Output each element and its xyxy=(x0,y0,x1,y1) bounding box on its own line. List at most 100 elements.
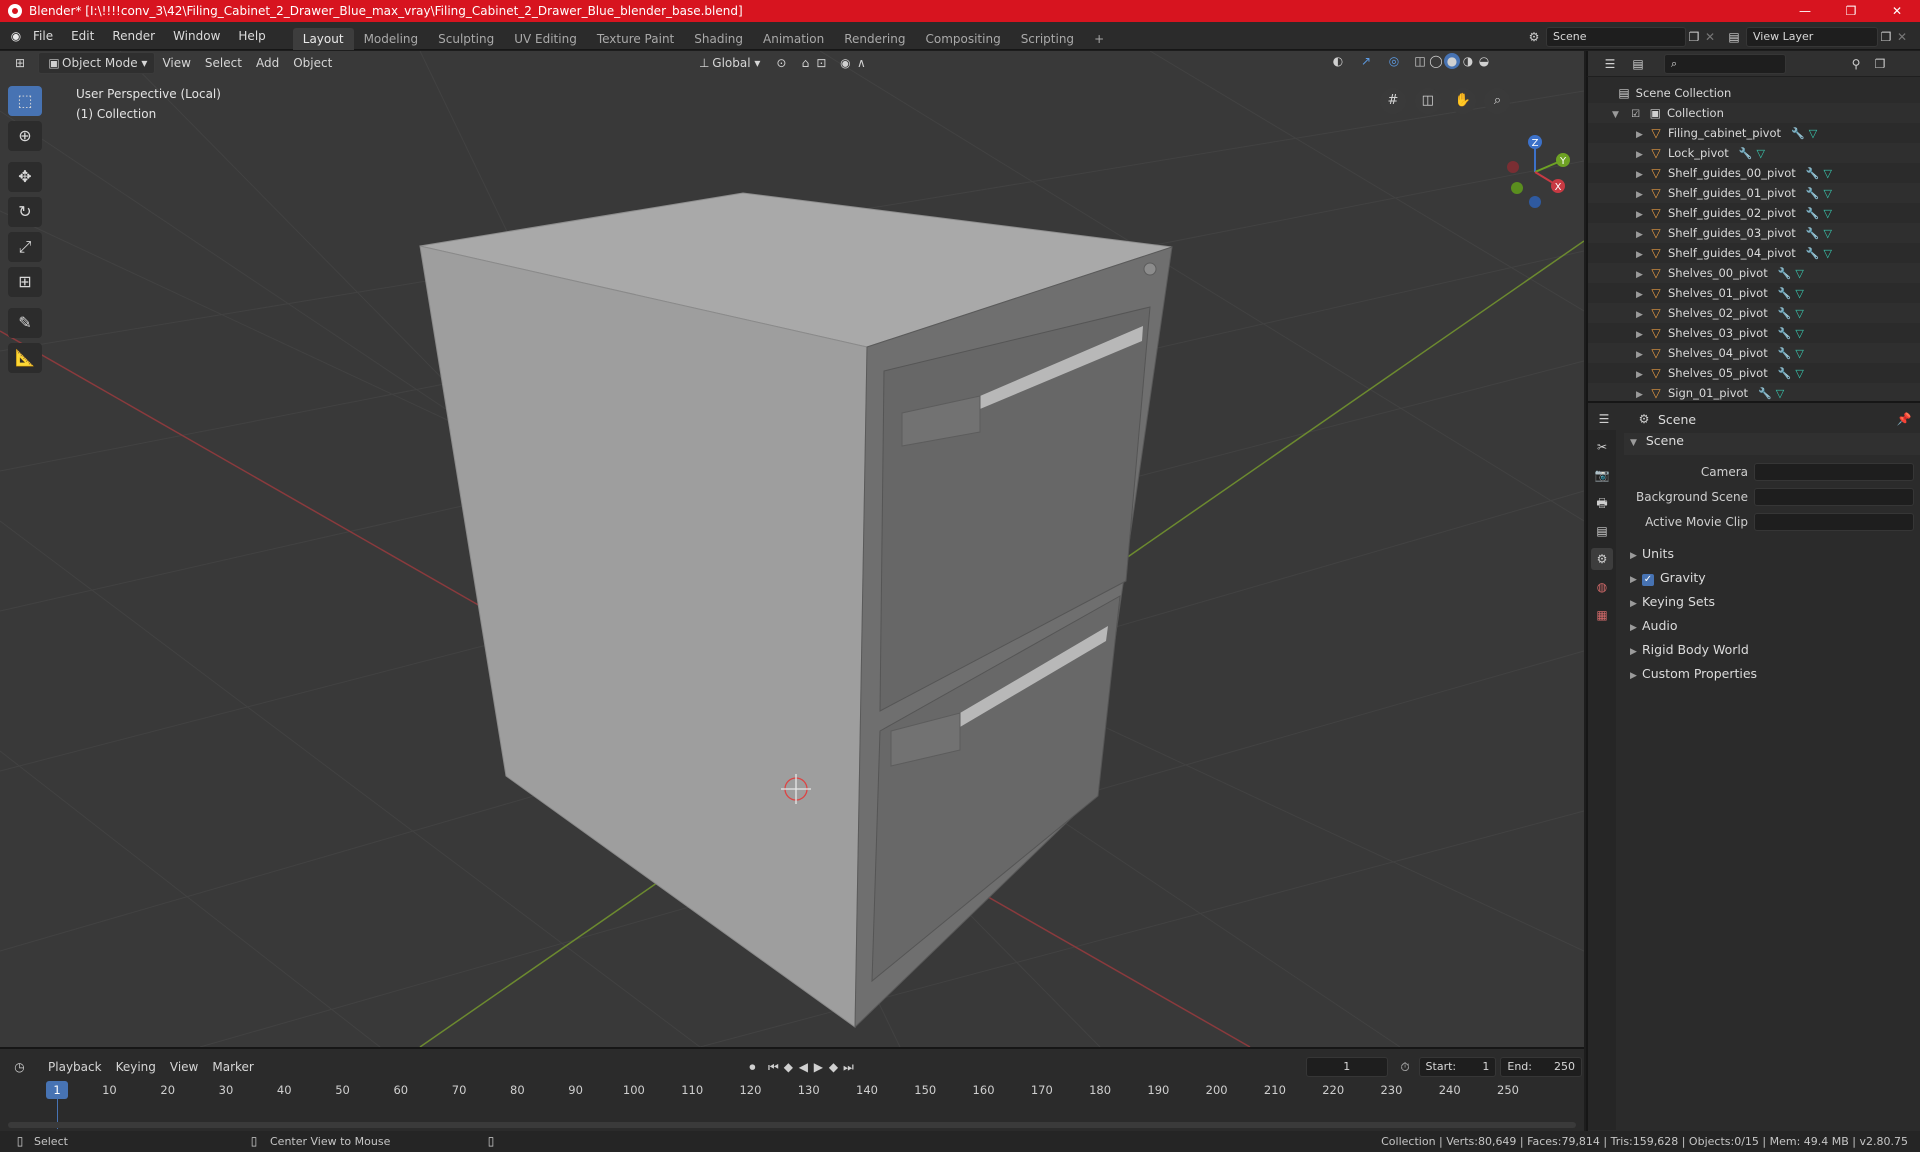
scene-selector[interactable]: Scene xyxy=(1546,27,1686,47)
modifier-wrench-icon[interactable]: 🔧 xyxy=(1758,387,1772,400)
expand-triangle-icon[interactable]: ▶ xyxy=(1636,225,1648,245)
blender-menu-icon[interactable]: ◉ xyxy=(8,28,24,44)
tab-rendering[interactable]: Rendering xyxy=(834,28,915,50)
outliner-object-row[interactable]: ▶▽Shelf_guides_03_pivot🔧▽◉ xyxy=(1588,223,1920,243)
mesh-data-icon[interactable]: ▽ xyxy=(1824,187,1832,200)
tab-texture-paint[interactable]: Texture Paint xyxy=(587,28,684,50)
modifier-wrench-icon[interactable]: 🔧 xyxy=(1806,187,1820,200)
outliner-object-row[interactable]: ▶▽Shelves_05_pivot🔧▽◉ xyxy=(1588,363,1920,383)
property-value-field[interactable] xyxy=(1754,488,1914,506)
panel-collapse-icon[interactable]: ▼ xyxy=(1630,438,1642,448)
gizmo-toggle-icon[interactable]: ↗ xyxy=(1358,53,1374,69)
remove-view-layer-icon[interactable]: ✕ xyxy=(1894,29,1910,45)
expand-triangle-icon[interactable]: ▶ xyxy=(1636,365,1648,385)
menu-object[interactable]: Object xyxy=(286,53,339,73)
expand-triangle-icon[interactable]: ▶ xyxy=(1636,145,1648,165)
tab-animation[interactable]: Animation xyxy=(753,28,834,50)
modifier-wrench-icon[interactable]: 🔧 xyxy=(1806,167,1820,180)
tab-sculpting[interactable]: Sculpting xyxy=(428,28,504,50)
scale-tool-icon[interactable]: ⤢ xyxy=(8,232,42,262)
new-view-layer-icon[interactable]: ❐ xyxy=(1878,29,1894,45)
outliner-object-row[interactable]: ▶▽Sign_01_pivot🔧▽◉ xyxy=(1588,383,1920,403)
new-scene-icon[interactable]: ❐ xyxy=(1686,29,1702,45)
panel-expand-icon[interactable]: ▶ xyxy=(1630,641,1642,663)
render-tab-icon[interactable]: 📷 xyxy=(1591,464,1613,486)
scene-tab-icon[interactable]: ⚙ xyxy=(1591,548,1613,570)
minimize-button[interactable]: — xyxy=(1782,0,1828,22)
outliner-object-row[interactable]: ▶▽Shelves_01_pivot🔧▽◉ xyxy=(1588,283,1920,303)
modifier-wrench-icon[interactable]: 🔧 xyxy=(1778,307,1792,320)
jump-start-icon[interactable]: ⏮ xyxy=(766,1059,781,1075)
mesh-data-icon[interactable]: ▽ xyxy=(1809,127,1817,140)
editor-type-icon[interactable]: ⊞ xyxy=(12,55,28,71)
expand-triangle-icon[interactable]: ▼ xyxy=(1612,105,1624,125)
scene-panel-header[interactable]: ▼ Scene xyxy=(1624,433,1920,455)
view-layer-selector[interactable]: View Layer xyxy=(1746,27,1878,47)
modifier-wrench-icon[interactable]: 🔧 xyxy=(1791,127,1805,140)
expand-triangle-icon[interactable]: ▶ xyxy=(1636,165,1648,185)
material-shading-icon[interactable]: ◑ xyxy=(1460,53,1476,69)
filter-icon[interactable]: ⚲ xyxy=(1848,56,1864,72)
new-collection-icon[interactable]: ❐ xyxy=(1872,56,1888,72)
modifier-wrench-icon[interactable]: 🔧 xyxy=(1778,267,1792,280)
mesh-data-icon[interactable]: ▽ xyxy=(1757,147,1765,160)
menu-playback[interactable]: Playback xyxy=(41,1057,109,1077)
close-button[interactable]: ✕ xyxy=(1874,0,1920,22)
outliner-object-row[interactable]: ▶▽Shelves_00_pivot🔧▽◉ xyxy=(1588,263,1920,283)
camera-view-icon[interactable]: ◫ xyxy=(1414,88,1441,114)
snap-target-icon[interactable]: ⊡ xyxy=(813,55,829,71)
expand-triangle-icon[interactable]: ▶ xyxy=(1636,305,1648,325)
mesh-data-icon[interactable]: ▽ xyxy=(1776,387,1784,400)
menu-timeline-view[interactable]: View xyxy=(163,1057,205,1077)
zoom-icon[interactable]: ⌕ xyxy=(1484,88,1511,114)
add-workspace-button[interactable]: + xyxy=(1084,28,1114,50)
jump-keyframe-forward-icon[interactable]: ◆ xyxy=(826,1059,841,1075)
start-frame-field[interactable]: Start: 1 xyxy=(1418,1057,1497,1077)
menu-edit[interactable]: Edit xyxy=(62,22,103,50)
panel-expand-icon[interactable]: ▶ xyxy=(1630,617,1642,639)
outliner-search-input[interactable]: ⌕ xyxy=(1664,53,1786,74)
expand-triangle-icon[interactable]: ▶ xyxy=(1636,185,1648,205)
view-layer-tab-icon[interactable]: ▤ xyxy=(1591,520,1613,542)
tab-layout[interactable]: Layout xyxy=(292,27,354,50)
mesh-data-icon[interactable]: ▽ xyxy=(1795,307,1803,320)
transform-orientation-selector[interactable]: ⊥ Global ▾ xyxy=(689,53,767,73)
subpanel-header[interactable]: ▶ Audio xyxy=(1624,615,1920,637)
remove-scene-icon[interactable]: ✕ xyxy=(1702,29,1718,45)
wireframe-shading-icon[interactable]: ◯ xyxy=(1428,53,1444,69)
record-icon[interactable]: ⏺ xyxy=(745,1059,760,1075)
mesh-data-icon[interactable]: ▽ xyxy=(1824,247,1832,260)
modifier-wrench-icon[interactable]: 🔧 xyxy=(1806,227,1820,240)
checkbox-icon[interactable]: ☑ xyxy=(1628,107,1644,123)
mesh-data-icon[interactable]: ▽ xyxy=(1795,367,1803,380)
texture-tab-icon[interactable]: ▦ xyxy=(1591,604,1613,626)
mesh-data-icon[interactable]: ▽ xyxy=(1795,327,1803,340)
expand-triangle-icon[interactable]: ▶ xyxy=(1636,265,1648,285)
outliner-object-row[interactable]: ▶▽Shelf_guides_00_pivot🔧▽◉ xyxy=(1588,163,1920,183)
panel-expand-icon[interactable]: ▶ xyxy=(1630,593,1642,615)
gravity-checkbox[interactable]: ✓ xyxy=(1642,574,1654,586)
measure-tool-icon[interactable]: 📐 xyxy=(8,343,42,373)
play-reverse-icon[interactable]: ◀ xyxy=(796,1059,811,1075)
filing-cabinet-mesh[interactable] xyxy=(419,192,1173,1029)
snap-icon[interactable]: ⌂ xyxy=(797,55,813,71)
modifier-wrench-icon[interactable]: 🔧 xyxy=(1806,207,1820,220)
pivot-icon[interactable]: ⊙ xyxy=(773,55,789,71)
modifier-wrench-icon[interactable]: 🔧 xyxy=(1778,347,1792,360)
select-box-tool-icon[interactable]: ⬚ xyxy=(8,86,42,116)
3d-viewport[interactable]: Z Y X xyxy=(0,51,1584,1047)
mesh-data-icon[interactable]: ▽ xyxy=(1824,167,1832,180)
outliner-object-row[interactable]: ▶▽Lock_pivot🔧▽◉ xyxy=(1588,143,1920,163)
mesh-data-icon[interactable]: ▽ xyxy=(1795,267,1803,280)
expand-triangle-icon[interactable]: ▶ xyxy=(1636,345,1648,365)
modifier-wrench-icon[interactable]: 🔧 xyxy=(1806,247,1820,260)
timeline-scrollbar[interactable] xyxy=(8,1122,1576,1128)
tool-tab-icon[interactable]: ✂ xyxy=(1591,436,1613,458)
expand-triangle-icon[interactable]: ▶ xyxy=(1636,205,1648,225)
outliner-object-row[interactable]: ▶▽Shelf_guides_04_pivot🔧▽◉ xyxy=(1588,243,1920,263)
maximize-button[interactable]: ❐ xyxy=(1828,0,1874,22)
property-value-field[interactable] xyxy=(1754,463,1914,481)
expand-triangle-icon[interactable]: ▶ xyxy=(1636,325,1648,345)
proportional-edit-icon[interactable]: ◉ xyxy=(837,55,853,71)
output-tab-icon[interactable]: 🖶 xyxy=(1591,492,1613,514)
